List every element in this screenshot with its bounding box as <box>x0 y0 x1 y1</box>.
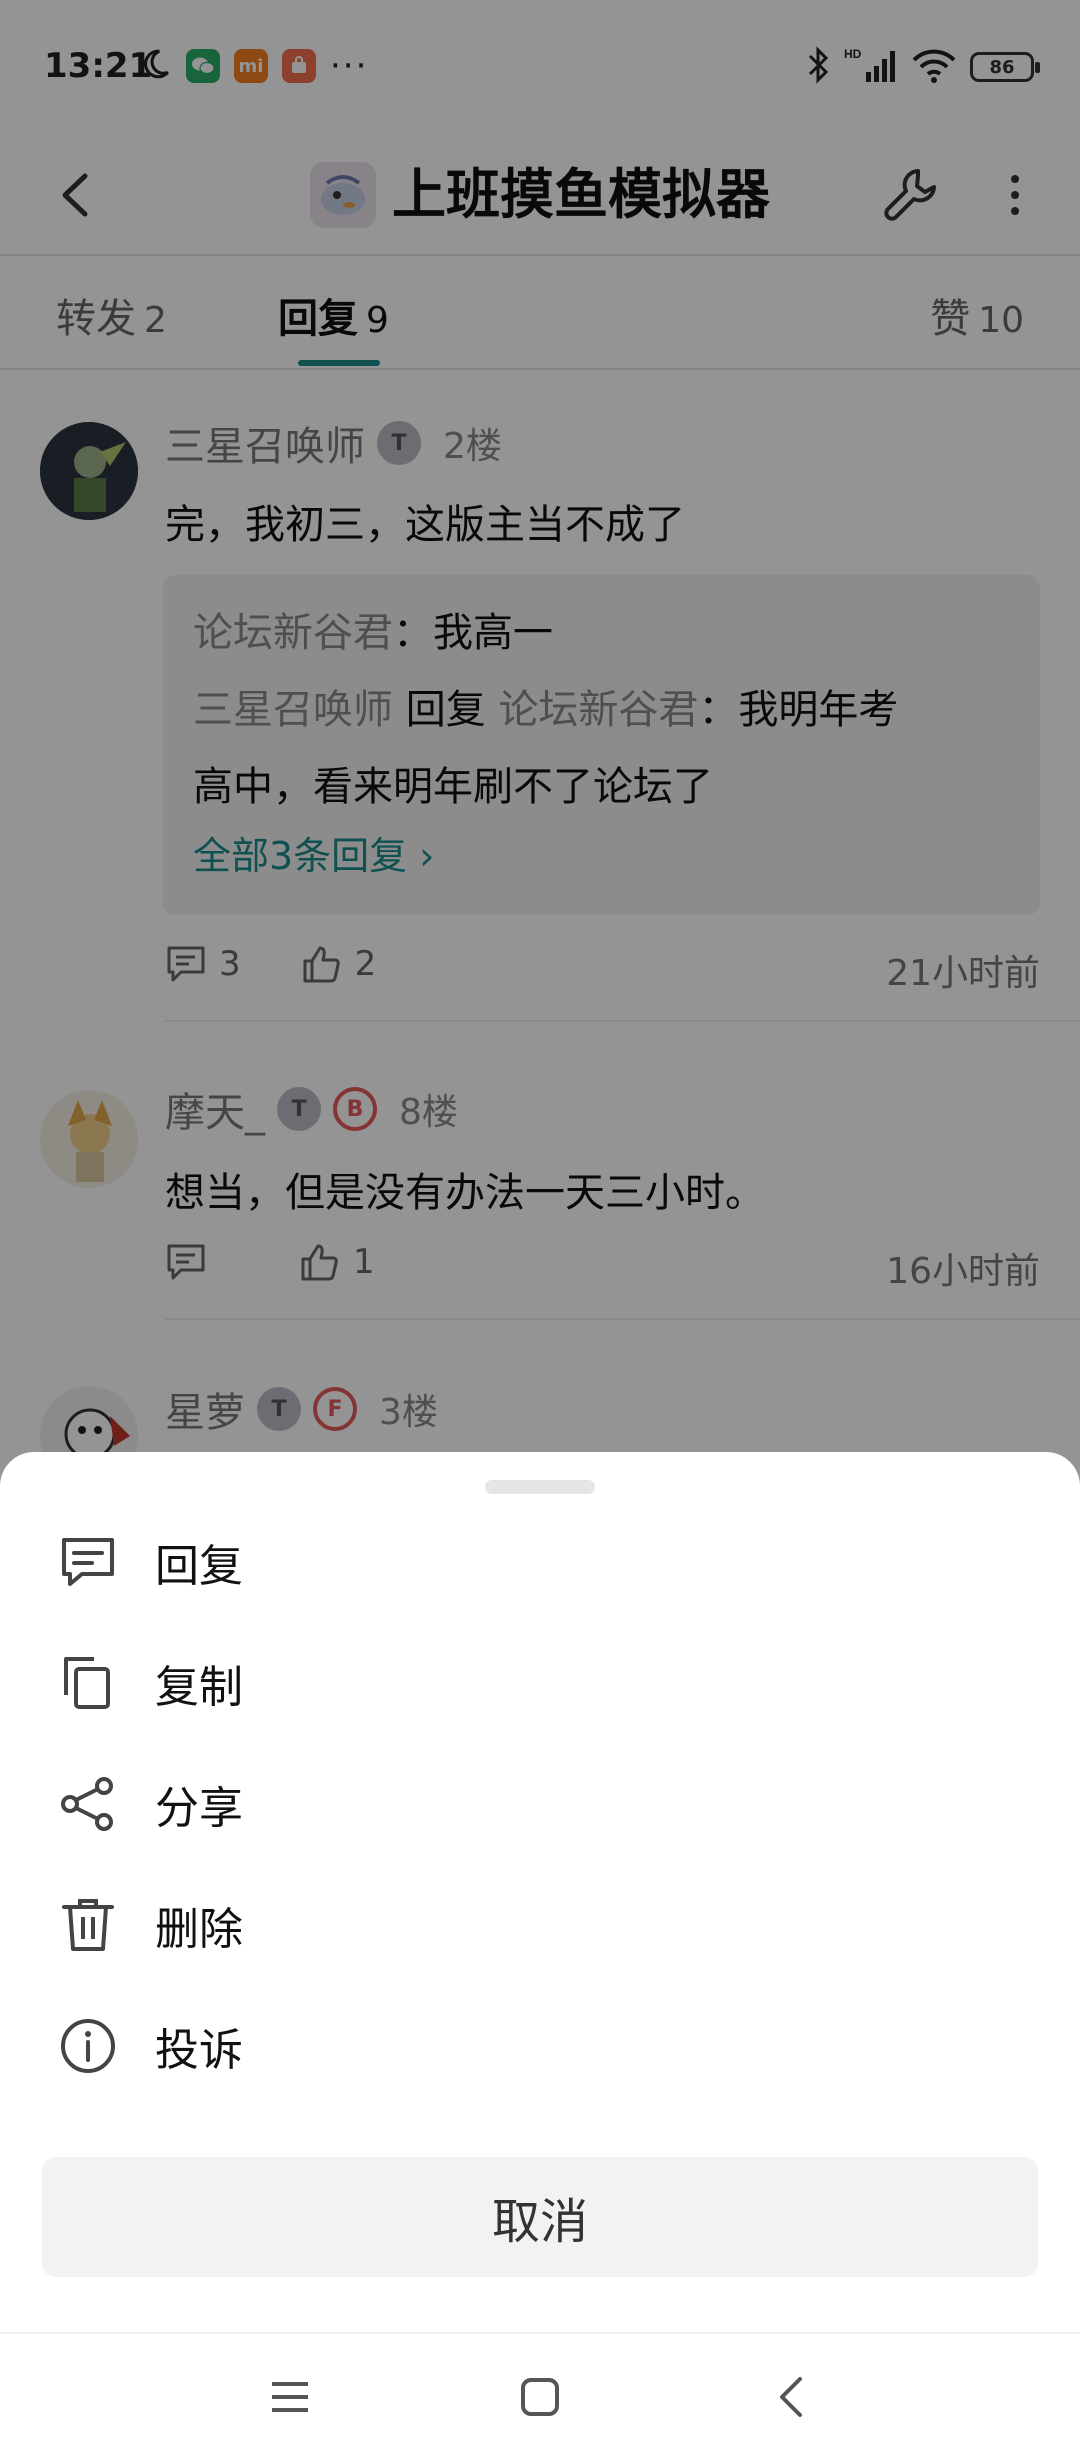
menu-item-copy[interactable]: 复制 <box>0 1628 1080 1738</box>
system-nav-bar <box>0 2332 1080 2460</box>
square-home-icon <box>521 2378 559 2416</box>
nav-back-button[interactable] <box>756 2362 826 2432</box>
menu-item-label: 删除 <box>155 1904 243 1955</box>
comment-icon <box>56 1530 120 1594</box>
share-icon <box>56 1772 120 1836</box>
nav-home-button[interactable] <box>505 2362 575 2432</box>
action-sheet: 回复 复制 分享 删除 投诉 取消 <box>0 1452 1080 2460</box>
copy-icon <box>56 1651 120 1715</box>
cancel-button[interactable]: 取消 <box>42 2157 1038 2277</box>
trash-icon <box>56 1893 120 1957</box>
menu-item-share[interactable]: 分享 <box>0 1749 1080 1859</box>
menu-item-label: 投诉 <box>155 2025 243 2076</box>
menu-item-label: 回复 <box>155 1541 243 1592</box>
menu-item-label: 分享 <box>155 1783 243 1834</box>
menu-item-delete[interactable]: 删除 <box>0 1870 1080 1980</box>
hamburger-icon <box>272 2382 308 2412</box>
sheet-drag-handle[interactable] <box>485 1480 595 1494</box>
menu-item-reply[interactable]: 回复 <box>0 1507 1080 1617</box>
nav-back-icon <box>780 2377 802 2417</box>
menu-item-report[interactable]: 投诉 <box>0 1991 1080 2101</box>
menu-item-label: 复制 <box>155 1662 243 1713</box>
nav-menu-button[interactable] <box>255 2362 325 2432</box>
info-icon <box>56 2014 120 2078</box>
